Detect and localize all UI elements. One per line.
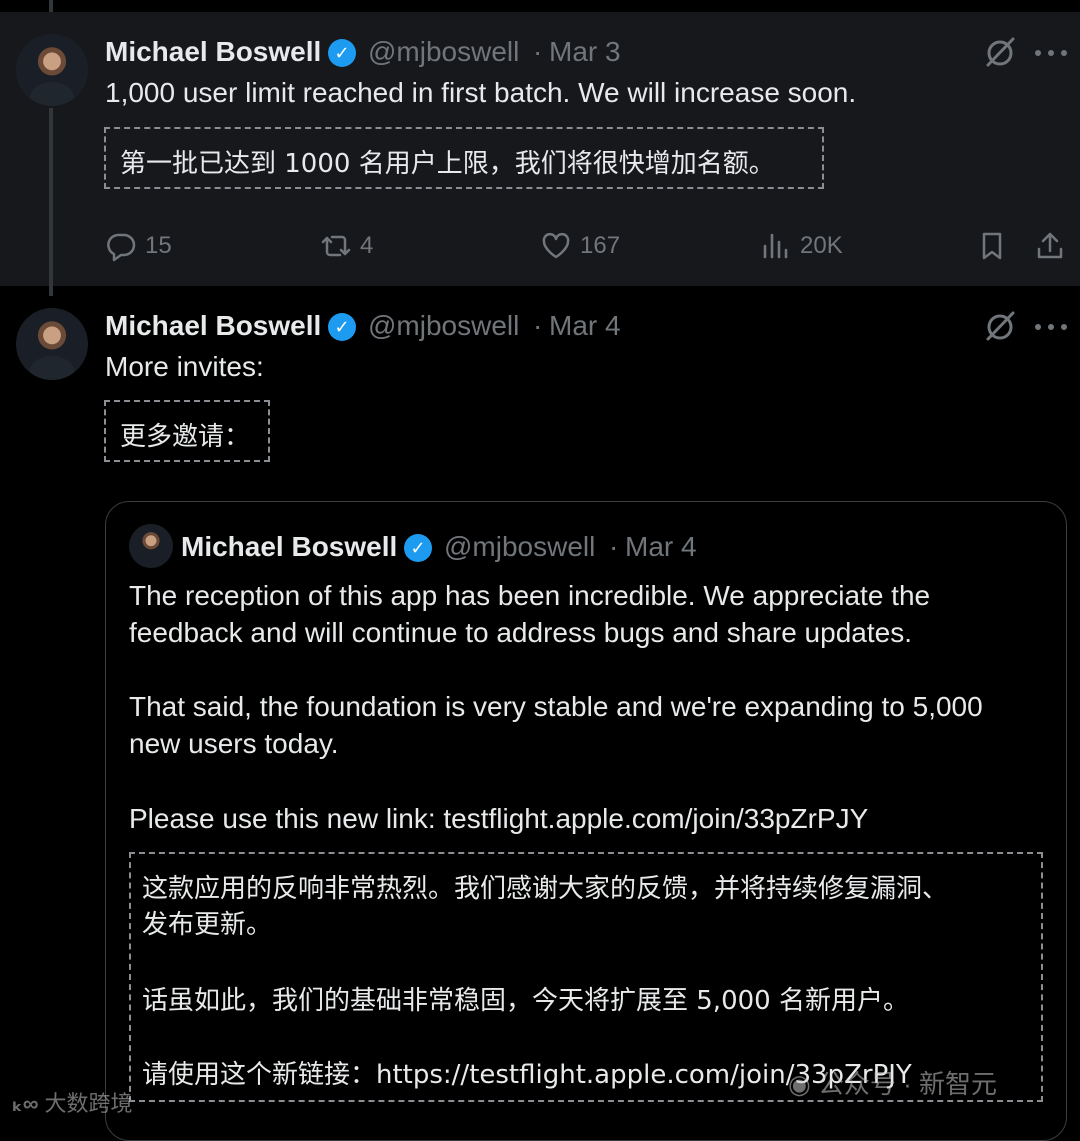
quote-link-line[interactable]: Please use this new link: testflight.app…: [129, 800, 868, 837]
repost-button[interactable]: 4: [320, 230, 373, 262]
author-handle[interactable]: @mjboswell: [368, 36, 519, 68]
quote-text-line: That said, the foundation is very stable…: [129, 691, 983, 722]
author-handle[interactable]: @mjboswell: [444, 531, 595, 563]
thread-line: [49, 108, 53, 296]
verified-badge-icon: ✓: [328, 313, 356, 341]
avatar[interactable]: [16, 308, 88, 380]
author-handle[interactable]: @mjboswell: [368, 310, 519, 342]
like-button[interactable]: 167: [540, 230, 620, 262]
more-icon[interactable]: [1034, 48, 1068, 58]
avatar[interactable]: [16, 34, 88, 106]
reply-icon: [107, 233, 136, 262]
translation-box: 第一批已达到 1000 名用户上限，我们将很快增加名额。: [104, 127, 824, 189]
reply-button[interactable]: 15: [105, 230, 172, 262]
reply-count: 15: [145, 232, 172, 259]
translation-text: 这款应用的反响非常热烈。我们感谢大家的反馈，并将持续修复漏洞、: [142, 874, 949, 904]
translation-text: 发布更新。: [142, 910, 273, 940]
bookmark-icon: [982, 232, 1002, 260]
views-count: 20K: [800, 232, 843, 259]
tweet-date[interactable]: Mar 4: [549, 310, 621, 342]
more-icon[interactable]: [1034, 322, 1068, 332]
tweet-date[interactable]: Mar 3: [549, 36, 621, 68]
quote-text-line: feedback and will continue to address bu…: [129, 617, 912, 648]
avatar[interactable]: [129, 524, 173, 568]
views-icon: [763, 233, 788, 259]
watermark-left: ₖ∞ 大数跨境: [12, 1091, 133, 1116]
separator: ·: [533, 310, 543, 341]
author-name[interactable]: Michael Boswell: [105, 310, 321, 342]
tweet-text: 1,000 user limit reached in first batch.…: [105, 77, 857, 108]
tweet-text: More invites:: [105, 351, 264, 382]
repost-count: 4: [360, 232, 374, 259]
translation-text: 更多邀请：: [120, 422, 251, 452]
translation-text: 第一批已达到 1000 名用户上限，我们将很快增加名额。: [120, 149, 775, 179]
watermark-logo-icon: ₖ∞: [12, 1091, 45, 1116]
author-name[interactable]: Michael Boswell: [181, 531, 397, 563]
separator: ·: [533, 36, 543, 67]
quote-text-line: The reception of this app has been incre…: [129, 580, 931, 611]
translation-text: 话虽如此，我们的基础非常稳固，今天将扩展至 5,000 名新用户。: [142, 986, 909, 1016]
watermark-right: ◉ 公众号 · 新智元: [788, 1069, 998, 1099]
like-icon: [542, 232, 570, 259]
separator: ·: [609, 531, 619, 562]
like-count: 167: [580, 232, 621, 259]
tweet-date[interactable]: Mar 4: [625, 531, 697, 563]
grok-icon[interactable]: [982, 35, 1018, 71]
verified-badge-icon: ✓: [404, 534, 432, 562]
views-button[interactable]: 20K: [760, 230, 843, 262]
bookmark-button[interactable]: [976, 230, 1008, 262]
share-button[interactable]: [1034, 230, 1066, 262]
quote-text-line: new users today.: [129, 728, 339, 759]
share-icon: [1037, 232, 1063, 259]
wechat-icon: ◉: [788, 1069, 818, 1099]
author-name[interactable]: Michael Boswell: [105, 36, 321, 68]
translation-box: 更多邀请：: [104, 400, 270, 462]
repost-icon: [321, 235, 351, 257]
verified-badge-icon: ✓: [328, 39, 356, 67]
grok-icon[interactable]: [982, 309, 1018, 345]
